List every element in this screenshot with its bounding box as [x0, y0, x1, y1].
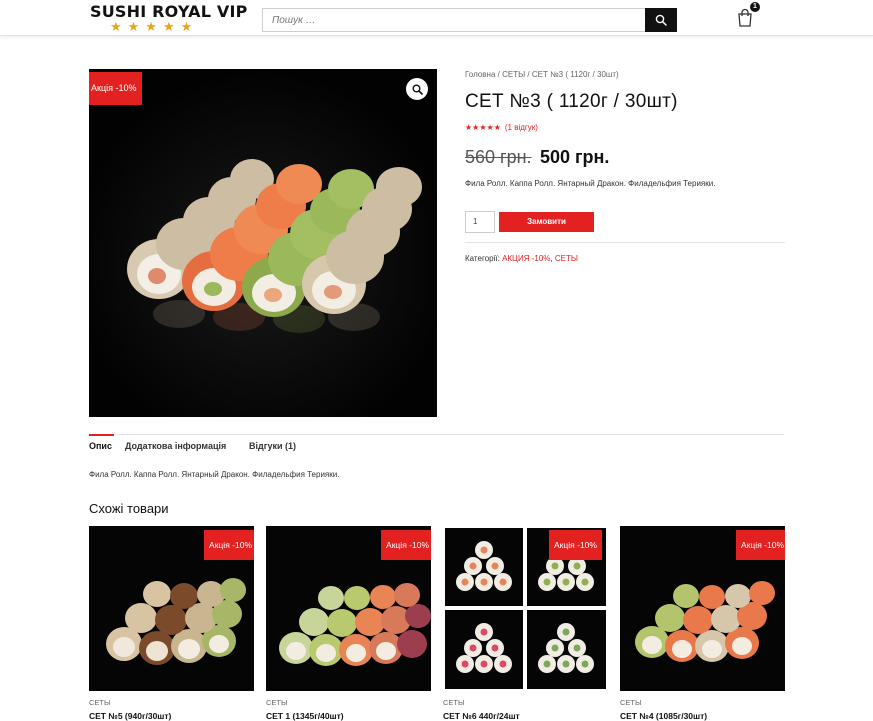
breadcrumb: Головна / СЕТЫ / СЕТ №3 ( 1120г / 30шт)	[465, 70, 785, 79]
sale-badge: Акція -10%	[381, 530, 431, 560]
product-name[interactable]: СЕТ №5 (940г/30шт)	[89, 711, 171, 721]
tab-description-content: Фила Ролл. Каппа Ролл. Янтарный Дракон. …	[89, 470, 340, 479]
related-product-image[interactable]: Акція -10%	[620, 526, 785, 691]
rating-row: ★★★★★ (1 відгук)	[465, 123, 785, 135]
logo-stars: ★★★★★	[110, 19, 199, 34]
product-category: СЕТЫ	[89, 698, 111, 707]
category-link-sale[interactable]: АКЦИЯ -10%	[502, 254, 550, 263]
tab-reviews[interactable]: Відгуки (1)	[249, 441, 296, 451]
product-name[interactable]: СЕТ 1 (1345г/40шт)	[266, 711, 344, 721]
related-product-image[interactable]: Акція -10%	[89, 526, 254, 691]
old-price: 560 грн.	[465, 147, 532, 167]
sale-badge: Акція -10%	[736, 530, 785, 560]
sale-badge: Акція -10%	[89, 72, 143, 105]
tabs-divider	[89, 434, 784, 435]
category-link-sets[interactable]: СЕТЫ	[555, 254, 578, 263]
active-tab-indicator	[89, 434, 114, 436]
cart-button[interactable]: 1	[736, 2, 760, 28]
product-image[interactable]: Акція -10%	[89, 69, 437, 417]
breadcrumb-home[interactable]: Головна	[465, 70, 495, 79]
magnifier-icon	[412, 84, 423, 95]
related-product-image[interactable]: Акція -10%	[266, 526, 431, 691]
short-description: Фила Ролл. Каппа Ролл. Янтарный Дракон. …	[465, 179, 716, 188]
product-category: СЕТЫ	[266, 698, 288, 707]
sale-badge: Акція -10%	[204, 530, 254, 560]
tab-description[interactable]: Опис	[89, 441, 112, 451]
breadcrumb-category[interactable]: СЕТЫ	[502, 70, 525, 79]
breadcrumb-separator: /	[525, 70, 532, 79]
summary-divider	[465, 242, 785, 243]
related-product-image[interactable]: Акція -10%	[443, 526, 608, 691]
search-icon	[655, 14, 667, 26]
tab-additional-info[interactable]: Додаткова інформація	[125, 441, 226, 451]
sale-price: 500 грн.	[540, 147, 610, 167]
order-button[interactable]: Замовити	[499, 212, 594, 232]
product-summary: Головна / СЕТЫ / СЕТ №3 ( 1120г / 30шт) …	[465, 70, 785, 263]
related-products-title: Схожі товари	[89, 501, 169, 516]
search-input[interactable]	[263, 9, 646, 31]
search-form	[262, 8, 677, 32]
categories-label: Категорії:	[465, 254, 500, 263]
cart-count-badge: 1	[750, 2, 760, 12]
zoom-button[interactable]	[406, 78, 428, 100]
product-name[interactable]: СЕТ №4 (1085г/30шт)	[620, 711, 707, 721]
product-categories: Категорії: АКЦИЯ -10%, СЕТЫ	[465, 254, 578, 263]
sushi-set-photo	[89, 69, 437, 417]
breadcrumb-current: СЕТ №3 ( 1120г / 30шт)	[531, 70, 619, 79]
quantity-input[interactable]: 1	[465, 211, 495, 233]
product-category: СЕТЫ	[443, 698, 465, 707]
product-category: СЕТЫ	[620, 698, 642, 707]
site-header: SUSHI ROYAL VIP ★★★★★ 1	[0, 0, 873, 36]
rating-stars: ★★★★★	[465, 123, 501, 132]
site-logo[interactable]: SUSHI ROYAL VIP ★★★★★	[90, 2, 247, 34]
search-button[interactable]	[645, 8, 677, 32]
price-row: 560 грн. 500 грн.	[465, 147, 785, 169]
product-title: СЕТ №3 ( 1120г / 30шт)	[465, 91, 678, 112]
review-link[interactable]: (1 відгук)	[505, 123, 538, 132]
product-name[interactable]: СЕТ №6 440г/24шт	[443, 711, 520, 721]
sale-badge: Акція -10%	[549, 530, 602, 560]
